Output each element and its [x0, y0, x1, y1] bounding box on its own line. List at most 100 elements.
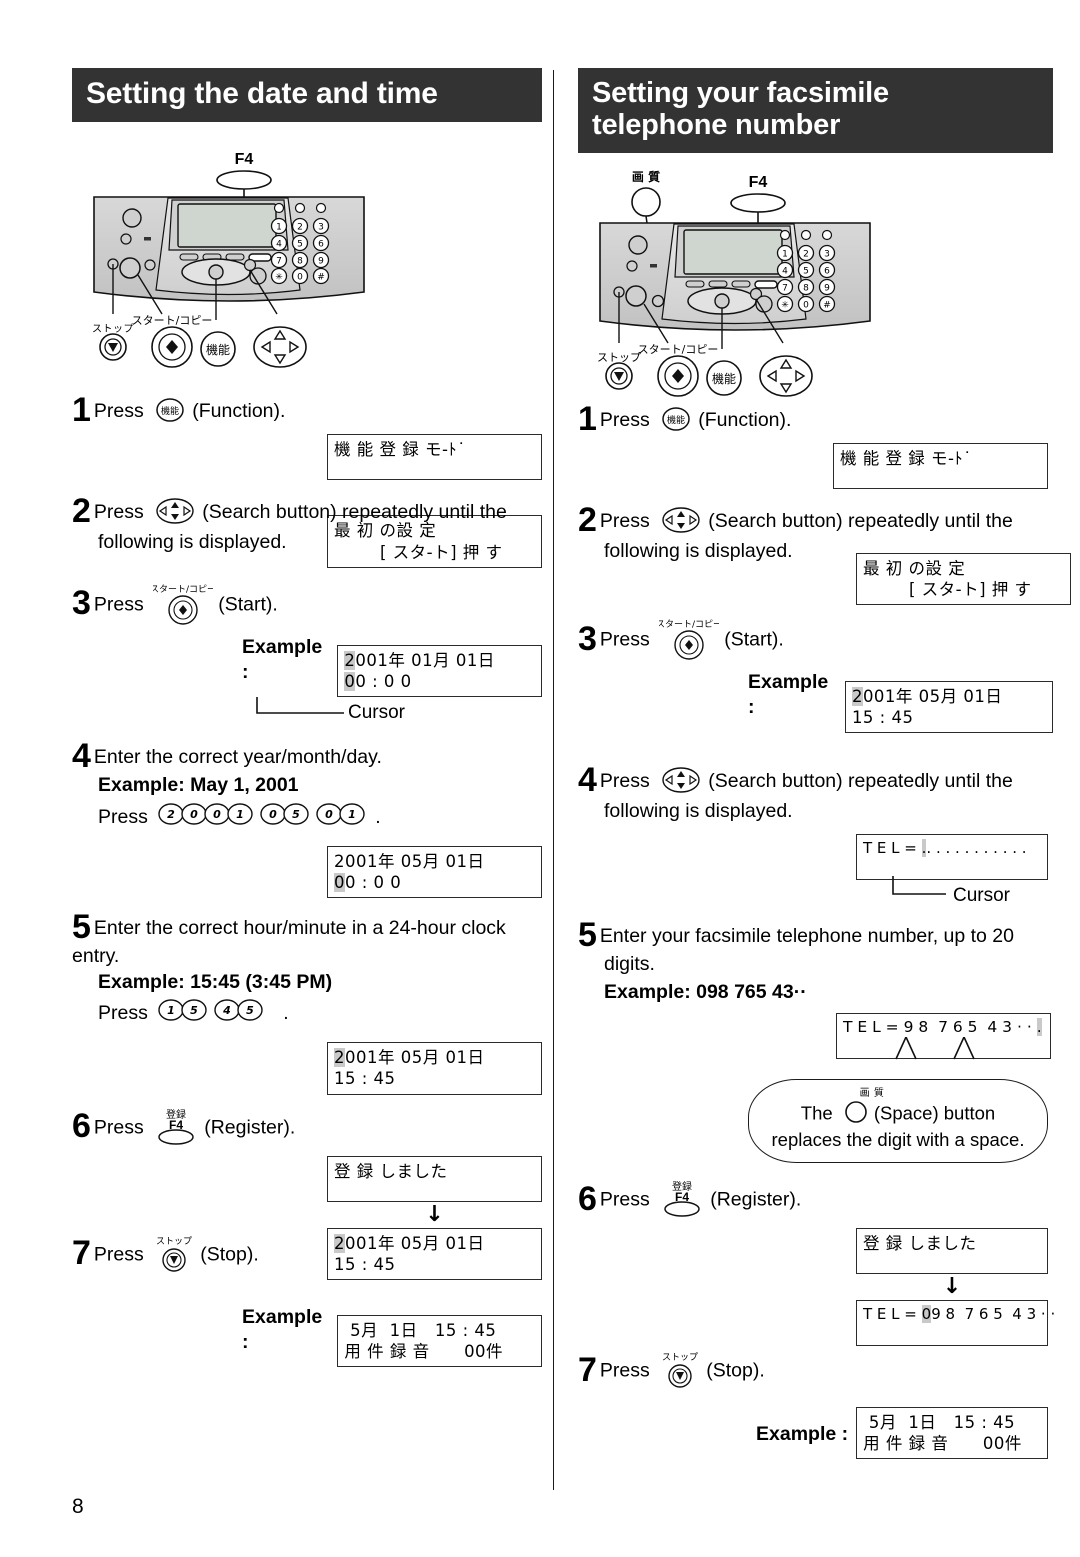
- step-text: Enter the correct hour/minute in a 24-ho…: [72, 917, 506, 968]
- svg-text:8: 8: [297, 256, 303, 266]
- step-3-right: 3 Press スタート/コピー (Start).: [578, 617, 1053, 666]
- example-label: Example :: [748, 671, 829, 719]
- lcd-registered-left: 登 録 しました: [327, 1155, 542, 1202]
- search-button-icon: [153, 497, 197, 530]
- register-f4-button-icon: 登録 F4: [659, 1179, 705, 1224]
- svg-text:4: 4: [782, 266, 788, 276]
- lcd-standby-right: 5月 1日 15 : 45 用 件 録 音 00件: [856, 1407, 1049, 1460]
- function-button-icon: 機能: [659, 406, 693, 437]
- step-5-right: 5 Enter your facsimile telephone number, …: [578, 918, 1053, 1005]
- lcd-datetime-right: 2001年 05月 01日 15 : 45: [844, 680, 1053, 733]
- period: .: [283, 1001, 289, 1024]
- step-number: 7: [578, 1351, 597, 1389]
- step-number: 6: [578, 1180, 597, 1218]
- step-text-line2: following is displayed.: [604, 540, 793, 563]
- step-text: Press: [93, 500, 144, 523]
- search-button-icon: [659, 506, 703, 539]
- svg-text:7: 7: [276, 256, 282, 266]
- step-4-right: 4 Press (Search button) repeatedly until …: [578, 763, 1053, 825]
- step-text-after: (Stop).: [200, 1243, 259, 1266]
- function-button-icon: 機能: [153, 397, 187, 428]
- search-button-icon: [659, 766, 703, 799]
- svg-text:F4: F4: [235, 151, 254, 168]
- step-number: 3: [578, 619, 597, 658]
- step-example-label: Example: 098 765 43··: [604, 980, 807, 1003]
- svg-text:4: 4: [222, 1004, 231, 1017]
- keypad-sequence-date: 2 0 0 1 0 5 0 1: [158, 801, 370, 834]
- manual-page: Setting the date and time F4 1 2 3 4 5 6…: [0, 0, 1080, 1557]
- lcd-datetime-entered-left: 2001年 05月 01日 15 : 45: [327, 1042, 542, 1095]
- step-7-right: 7 Press ストップ (Stop).: [578, 1350, 1053, 1395]
- svg-text:3: 3: [824, 249, 830, 259]
- svg-text:スタート/コピー: スタート/コピー: [638, 343, 719, 356]
- step-text: Press: [93, 1243, 144, 1266]
- stop-button-icon: ストップ: [153, 1234, 195, 1279]
- fax-panel-svg: F4 1 2 3 4 5 6 7 8 9 ✳ 0 # ストップ スタート/コピー…: [92, 151, 365, 368]
- step-text: Press: [93, 593, 144, 616]
- lcd-date-entered-left: 2001年 05月 01日 00 : 0 0: [327, 846, 542, 899]
- svg-text:1: 1: [782, 249, 788, 259]
- lcd-standby-left: 5月 1日 15 : 45 用 件 録 音 00件: [337, 1315, 542, 1368]
- step-text-line2: digits.: [604, 953, 655, 976]
- svg-text:スタート/コピー: スタート/コピー: [132, 314, 213, 327]
- cursor-callout-right: Cursor: [578, 876, 1053, 912]
- cursor-label: Cursor: [953, 885, 1011, 907]
- step-text-after: (Register).: [204, 1116, 296, 1139]
- step-text-line2: following is displayed.: [604, 799, 793, 822]
- step-6-left: 6 Press 登録 F4 (Register).: [72, 1107, 542, 1152]
- svg-text:1: 1: [236, 808, 244, 821]
- step-1-left: 1 Press 機能 (Function).: [72, 393, 542, 428]
- step-1-right: 1 Press 機能 (Function).: [578, 402, 1053, 437]
- svg-text:5: 5: [292, 808, 300, 821]
- press-label: Press: [98, 805, 148, 828]
- right-steps: 1 Press 機能 (Function). 機 能 登 録 モ-ﾄ˙ 2 Pres…: [578, 402, 1071, 1460]
- step-number: 5: [578, 916, 597, 955]
- step-number: 5: [72, 908, 91, 947]
- keypad-sequence-time: 1 5 4 5: [158, 997, 278, 1030]
- svg-text:6: 6: [318, 239, 324, 249]
- step-text: Press: [599, 408, 650, 431]
- step-2-left: 2 Press (Search button) repeatedly until …: [72, 494, 542, 556]
- svg-text:#: #: [317, 272, 325, 282]
- example-label: Example :: [242, 635, 323, 684]
- bubble-pointers: [578, 1037, 1053, 1081]
- svg-text:5: 5: [803, 266, 809, 276]
- lcd-tel-empty-right: T E L = .. . . . . . . . . . .: [856, 834, 1048, 881]
- svg-text:4: 4: [276, 239, 282, 249]
- step-6-right: 6 Press 登録 F4 (Register).: [578, 1179, 1053, 1224]
- svg-text:2: 2: [297, 222, 303, 232]
- svg-text:ストップ: ストップ: [662, 1352, 698, 1363]
- period: .: [375, 805, 381, 828]
- svg-text:ストップ: ストップ: [597, 351, 641, 364]
- svg-text:1: 1: [348, 808, 356, 821]
- page-number: 8: [72, 1495, 84, 1518]
- lcd-registered-right: 登 録 しました: [856, 1228, 1048, 1275]
- fax-control-panel-diagram-left: F4 1 2 3 4 5 6 7 8 9 ✳ 0 # ストップ スタート/コピー…: [72, 142, 542, 387]
- right-section-title: Setting your facsimile telephone number: [578, 68, 1053, 153]
- svg-text:✳: ✳: [781, 300, 789, 310]
- svg-text:2: 2: [167, 808, 175, 821]
- step-number: 2: [72, 491, 91, 530]
- svg-text:5: 5: [246, 1004, 254, 1017]
- stop-button-icon: ストップ: [659, 1350, 701, 1395]
- step-example-label: Example: 15:45 (3:45 PM): [98, 970, 333, 993]
- right-column: Setting your facsimile telephone number 画…: [578, 0, 1071, 1460]
- step-text: Press: [599, 1360, 650, 1382]
- bubble-line1: The (Space) button: [767, 1101, 1029, 1128]
- svg-text:機能: 機能: [161, 405, 179, 417]
- register-f4-button-icon: 登録 F4: [153, 1107, 199, 1152]
- start-copy-button-icon: スタート/コピー: [656, 617, 722, 666]
- step-text-after: (Function).: [698, 408, 792, 431]
- step-text-line2: following is displayed.: [98, 531, 287, 554]
- step-3-left: 3 Press スタート/コピー (Start).: [72, 582, 542, 631]
- step-text: Enter the correct year/month/day.: [93, 746, 382, 769]
- svg-text:1: 1: [167, 1004, 175, 1017]
- svg-text:機能: 機能: [712, 371, 736, 386]
- svg-text:✳: ✳: [275, 272, 283, 282]
- step-example-label: Example: May 1, 2001: [98, 774, 299, 797]
- step-number: 1: [578, 399, 597, 438]
- lcd-date-initial-left: 2001年 01月 01日 00 : 0 0: [337, 645, 542, 698]
- step-text-after: (Start).: [218, 593, 278, 616]
- svg-text:8: 8: [803, 283, 809, 293]
- svg-text:画 質: 画 質: [632, 169, 660, 184]
